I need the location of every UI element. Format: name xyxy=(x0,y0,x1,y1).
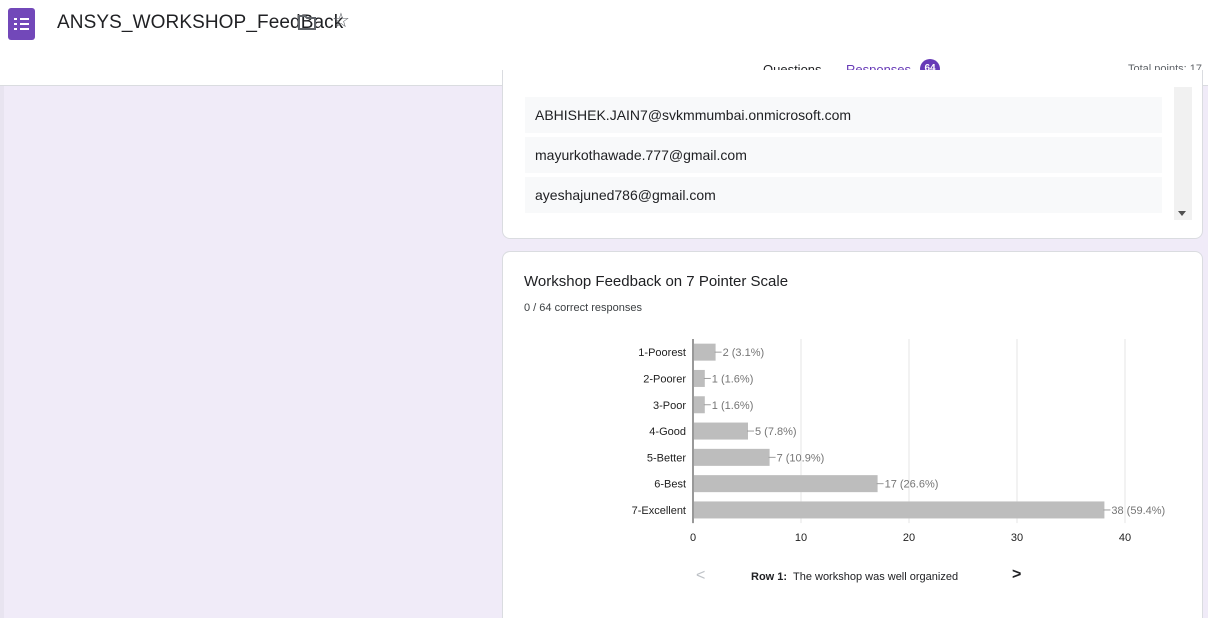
category-label: 2-Poorer xyxy=(643,373,686,385)
row-prefix: Row 1: xyxy=(751,571,788,583)
data-label: 1 (1.6%) xyxy=(712,373,754,385)
chevron-left-icon[interactable]: < xyxy=(696,567,705,585)
chart-bar xyxy=(694,396,705,414)
scroll-down-arrow-icon[interactable] xyxy=(1178,211,1186,216)
x-tick-label: 0 xyxy=(690,532,696,544)
data-label: 2 (3.1%) xyxy=(723,347,765,359)
data-label: 38 (59.4%) xyxy=(1111,505,1165,517)
row-text: The workshop was well organized xyxy=(792,571,959,583)
side-strip xyxy=(0,86,4,618)
email-list-item: mayurkothawade.777@gmail.com xyxy=(525,137,1162,173)
row-selector-label: Row 1: The workshop was well organized xyxy=(751,571,958,583)
data-label: 5 (7.8%) xyxy=(755,426,797,438)
email-list-item: ABHISHEK.JAIN7@svkmmumbai.onmicrosoft.co… xyxy=(525,97,1162,133)
chart-bar xyxy=(694,422,748,440)
data-label: 1 (1.6%) xyxy=(712,400,754,412)
category-label: 4-Good xyxy=(649,426,686,438)
chevron-right-icon[interactable]: > xyxy=(1012,566,1021,584)
forms-list-icon[interactable] xyxy=(8,8,35,40)
data-label: 17 (26.6%) xyxy=(885,479,939,491)
category-label: 7-Excellent xyxy=(632,505,686,517)
chart-bar xyxy=(694,501,1105,519)
chart-bar xyxy=(694,475,878,493)
x-tick-label: 10 xyxy=(795,532,807,544)
email-list-item: ayeshajuned786@gmail.com xyxy=(525,177,1162,213)
data-label: 7 (10.9%) xyxy=(777,452,825,464)
x-tick-label: 40 xyxy=(1119,532,1131,544)
folder-icon[interactable] xyxy=(297,13,317,31)
star-outline-icon[interactable]: ☆ xyxy=(332,11,350,31)
email-list-card: ABHISHEK.JAIN7@svkmmumbai.onmicrosoft.co… xyxy=(502,70,1203,239)
category-label: 5-Better xyxy=(647,452,686,464)
category-label: 6-Best xyxy=(654,479,686,491)
x-tick-label: 30 xyxy=(1011,532,1023,544)
chart-bar xyxy=(694,448,770,466)
category-label: 3-Poor xyxy=(653,400,686,412)
chart-bar xyxy=(694,369,705,387)
email-list-scrollbar[interactable] xyxy=(1174,87,1192,220)
x-tick-label: 20 xyxy=(903,532,915,544)
chart-bar xyxy=(694,343,716,361)
category-label: 1-Poorest xyxy=(638,347,686,359)
feedback-bar-chart: 1-Poorest 2 (3.1%) 2-Poorer 1 (1.6%) 3-Poor 1… xyxy=(632,339,1165,544)
question-card: Workshop Feedback on 7 Pointer Scale 0 /… xyxy=(502,251,1203,618)
